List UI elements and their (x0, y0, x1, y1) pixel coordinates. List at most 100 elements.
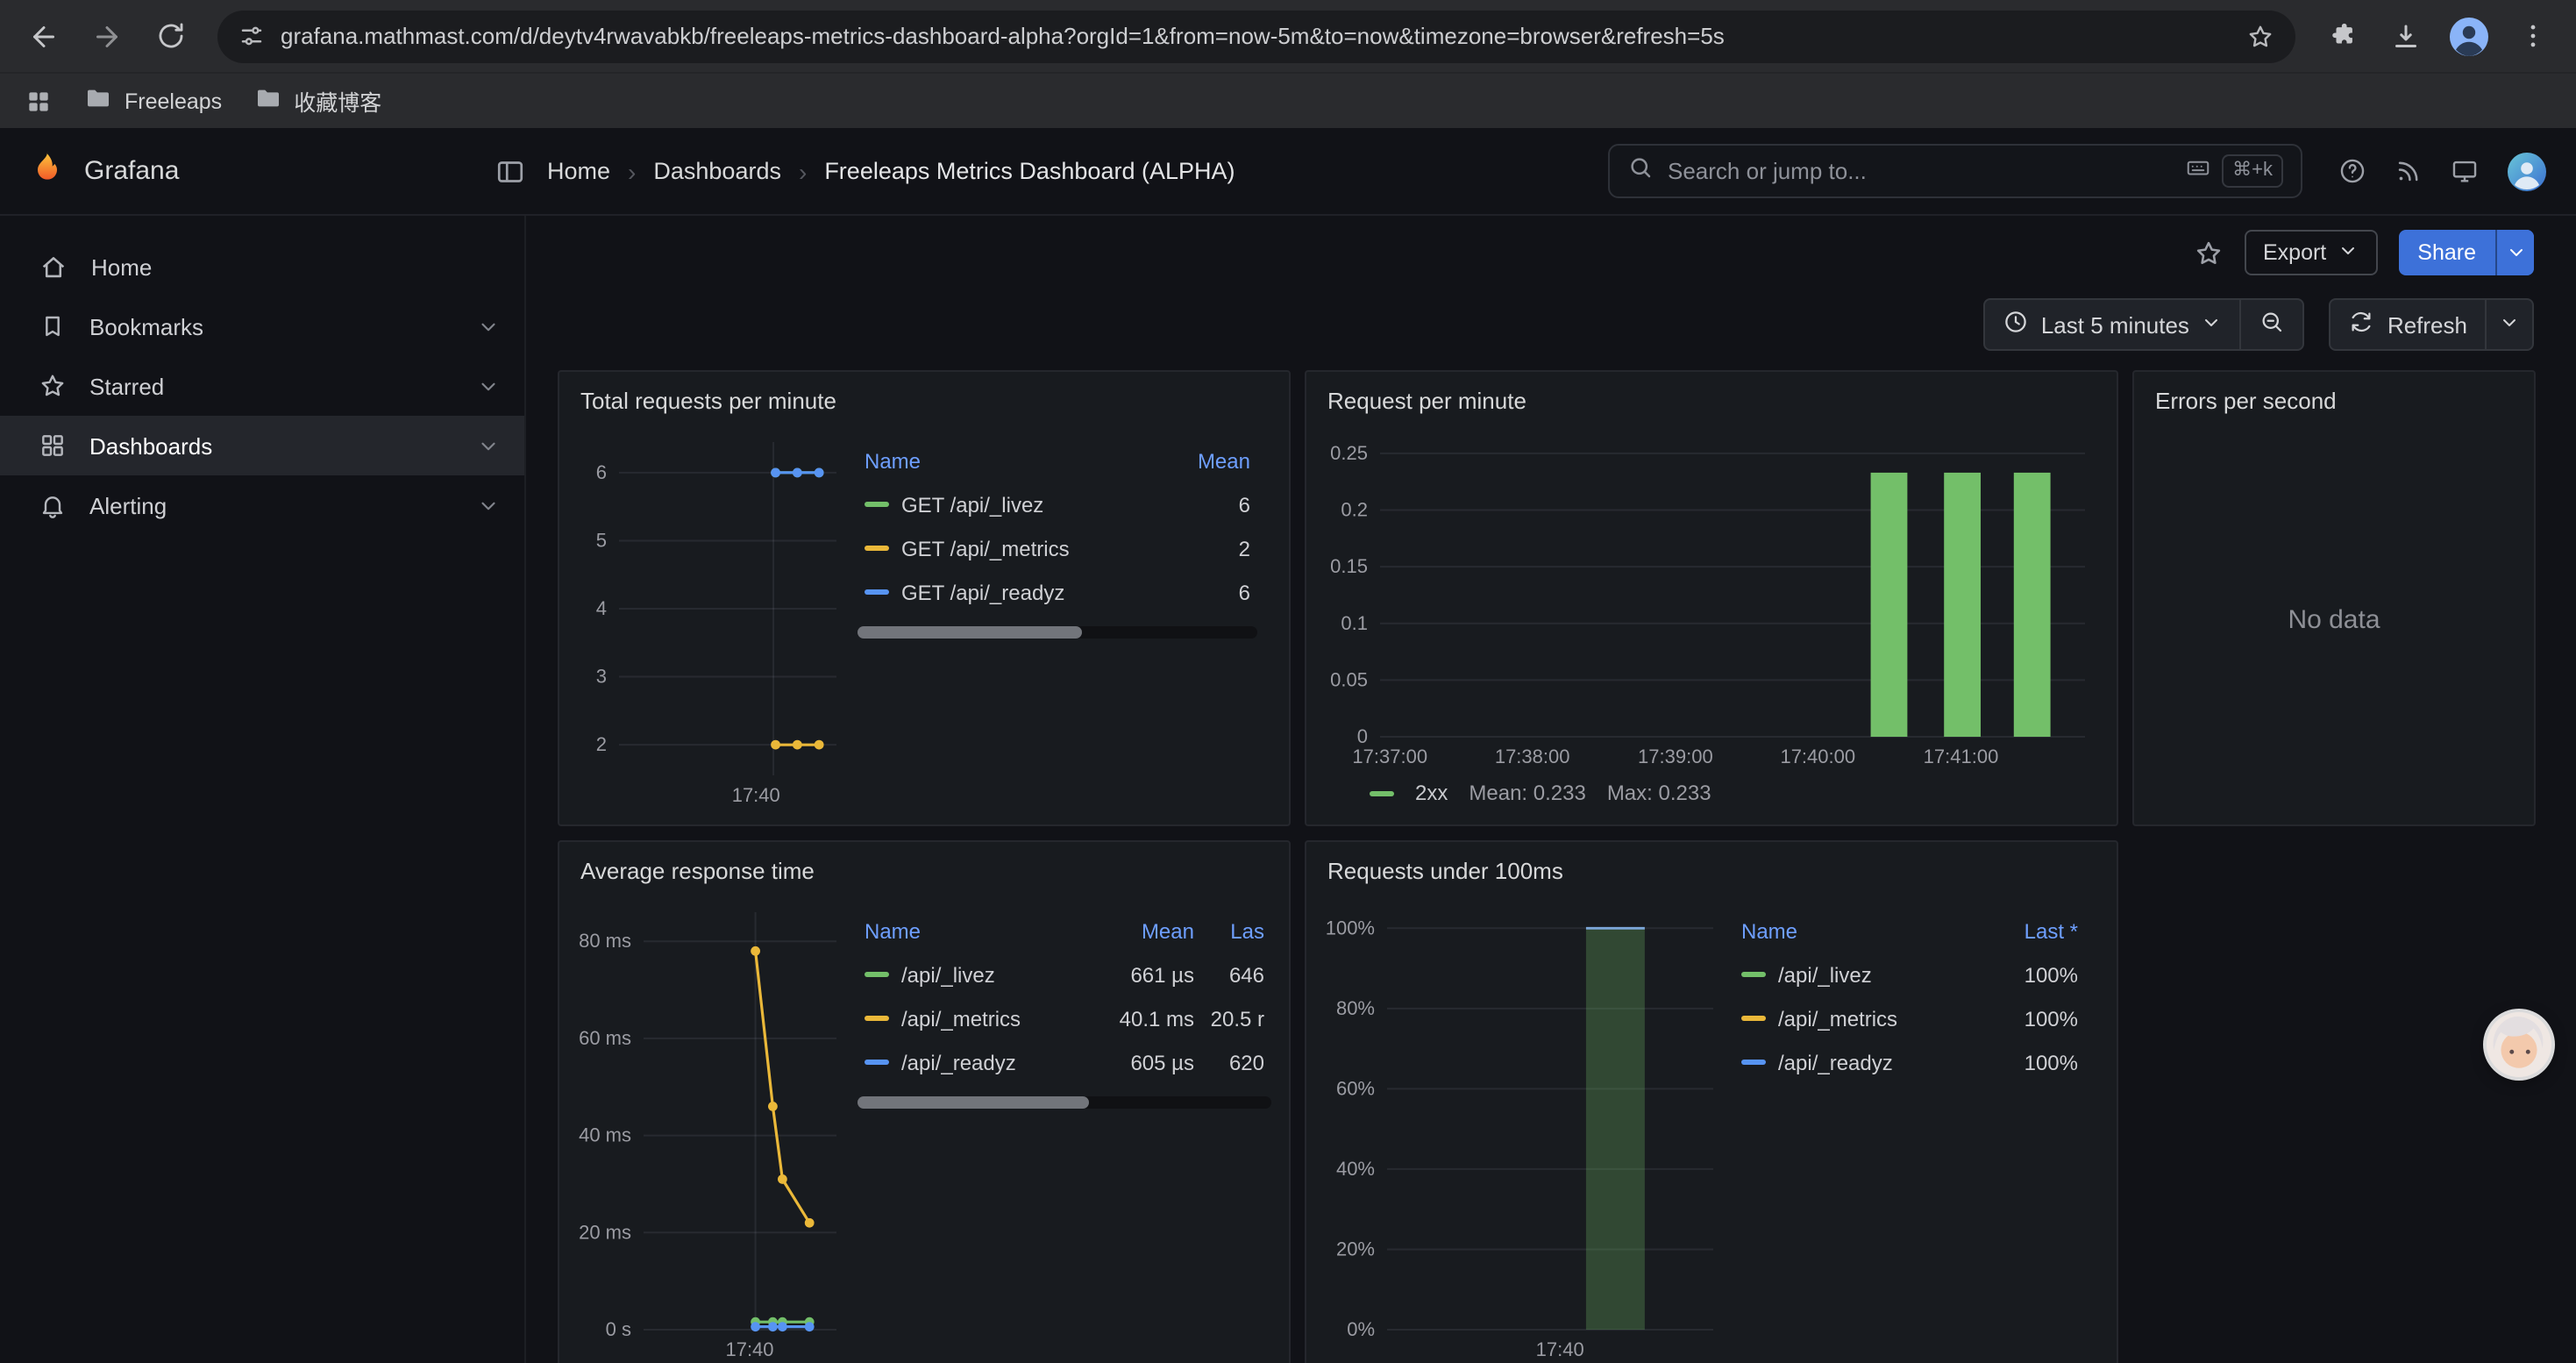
legend-row[interactable]: GET /api/_metrics2 (857, 526, 1257, 570)
legend-row[interactable]: GET /api/_readyz6 (857, 570, 1257, 614)
svg-text:17:40:00: 17:40:00 (1780, 746, 1855, 767)
bookmark-folder-freeleaps[interactable]: Freeleaps (84, 84, 222, 118)
assistant-avatar[interactable] (2487, 1012, 2551, 1077)
grafana-logo[interactable] (28, 147, 67, 195)
legend-row[interactable]: /api/_livez661 µs646 (857, 953, 1271, 996)
chevron-down-icon[interactable] (477, 434, 500, 457)
sidebar-item-dashboards[interactable]: Dashboards (0, 416, 524, 475)
sidebar-item-bookmarks[interactable]: Bookmarks (0, 296, 524, 356)
panel-total-requests[interactable]: Total requests per minute 2345617:40 Nam… (558, 370, 1291, 826)
apps-grid-icon[interactable] (25, 87, 53, 115)
legend-row[interactable]: /api/_readyz100% (1734, 1040, 2085, 1084)
legend-scrollbar[interactable] (857, 626, 1257, 639)
search-icon (1627, 153, 1654, 189)
chart-svg: 00.050.10.150.20.2517:37:0017:38:0017:39… (1324, 428, 2099, 772)
search-shortcut: ⌘+k (2185, 153, 2283, 189)
breadcrumb-dashboards[interactable]: Dashboards (653, 158, 781, 184)
panel-header[interactable]: Requests under 100ms (1306, 842, 2117, 898)
svg-text:60 ms: 60 ms (579, 1027, 631, 1049)
panel-header[interactable]: Total requests per minute (559, 372, 1289, 428)
timeseries-chart[interactable]: 2345617:40 (577, 428, 850, 810)
search-input[interactable]: Search or jump to... ⌘+k (1608, 144, 2302, 198)
timeseries-chart[interactable]: 0 s20 ms40 ms60 ms80 ms17:40 (577, 898, 850, 1363)
news-rss-icon[interactable] (2394, 156, 2423, 186)
time-controls: Last 5 minutes Refresh (526, 289, 2576, 360)
user-avatar[interactable] (2506, 150, 2548, 192)
breadcrumb-current: Freeleaps Metrics Dashboard (ALPHA) (824, 158, 1235, 184)
sidebar-item-starred[interactable]: Starred (0, 356, 524, 416)
share-button[interactable]: Share (2398, 230, 2534, 275)
reload-button[interactable] (140, 6, 200, 66)
legend-header[interactable]: Name (1741, 918, 1983, 943)
legend-header[interactable]: Mean (1173, 448, 1250, 473)
bookmark-star-icon[interactable] (2246, 22, 2274, 50)
svg-text:20%: 20% (1336, 1238, 1375, 1260)
chevron-down-icon[interactable] (477, 494, 500, 517)
svg-text:17:38:00: 17:38:00 (1495, 746, 1570, 767)
refresh-interval-chevron[interactable] (2485, 298, 2534, 351)
bar-chart[interactable]: 0%20%40%60%80%100%17:40 (1324, 898, 1727, 1363)
sidebar-toggle-icon[interactable] (495, 155, 526, 187)
panel-requests-under-100ms[interactable]: Requests under 100ms 0%20%40%60%80%100%1… (1305, 840, 2118, 1363)
time-range-picker[interactable]: Last 5 minutes (1983, 298, 2242, 351)
panel-average-response-time[interactable]: Average response time 0 s20 ms40 ms60 ms… (558, 840, 1291, 1363)
sidebar-item-alerting[interactable]: Alerting (0, 475, 524, 535)
panel-title: Total requests per minute (580, 387, 836, 413)
legend-header[interactable]: Name (865, 918, 1082, 943)
address-bar[interactable]: grafana.mathmast.com/d/deytv4rwavabkb/fr… (217, 10, 2295, 62)
monitor-icon[interactable] (2450, 156, 2480, 186)
legend-header[interactable]: Mean (1092, 918, 1194, 943)
profile-avatar[interactable] (2439, 6, 2499, 66)
legend-header[interactable]: Name (865, 448, 1163, 473)
legend-row[interactable]: /api/_readyz605 µs620 (857, 1040, 1271, 1084)
downloads-icon[interactable] (2376, 6, 2436, 66)
sidebar-item-home[interactable]: Home (0, 237, 524, 296)
legend-table: Name Mean Las/api/_livez661 µs646/api/_met… (850, 898, 1271, 1363)
legend-scrollbar[interactable] (857, 1096, 1271, 1109)
legend-row[interactable]: /api/_metrics100% (1734, 996, 2085, 1040)
series-swatch (865, 1016, 889, 1021)
bookmark-folder-blogs[interactable]: 收藏博客 (253, 84, 381, 118)
svg-text:5: 5 (596, 529, 607, 551)
legend-table: Name Mean GET /api/_livez6GET /api/_metric… (850, 428, 1271, 810)
chevron-down-icon (2337, 239, 2358, 266)
panel-header[interactable]: Request per minute (1306, 372, 2117, 428)
legend-row[interactable]: /api/_metrics40.1 ms20.5 r (857, 996, 1271, 1040)
legend-row[interactable]: /api/_livez100% (1734, 953, 2085, 996)
bell-icon (39, 491, 67, 519)
svg-text:17:39:00: 17:39:00 (1638, 746, 1713, 767)
series-swatch (865, 972, 889, 977)
refresh-button[interactable]: Refresh (2330, 298, 2487, 351)
back-button[interactable] (14, 6, 74, 66)
dashboard-canvas: Total requests per minute 2345617:40 Nam… (526, 360, 2576, 1363)
breadcrumb-home[interactable]: Home (547, 158, 610, 184)
panel-title: Errors per second (2155, 387, 2337, 413)
legend[interactable]: 2xx Mean: 0.233 Max: 0.233 (1324, 772, 2099, 817)
panel-header[interactable]: Errors per second (2134, 372, 2534, 428)
legend-max: Max: 0.233 (1607, 781, 1711, 805)
svg-text:0.05: 0.05 (1330, 668, 1368, 690)
chevron-down-icon[interactable] (477, 375, 500, 397)
legend-header[interactable]: Last * (1994, 918, 2078, 943)
bar-chart[interactable]: 00.050.10.150.20.2517:37:0017:38:0017:39… (1324, 428, 2099, 772)
panel-errors-per-second[interactable]: Errors per second No data (2132, 370, 2536, 826)
svg-text:0.25: 0.25 (1330, 442, 1368, 464)
panel-header[interactable]: Average response time (559, 842, 1289, 898)
share-menu-chevron[interactable] (2495, 230, 2534, 275)
zoom-out-button[interactable] (2240, 298, 2305, 351)
export-button[interactable]: Export (2244, 230, 2377, 275)
menu-kebab-icon[interactable] (2502, 6, 2562, 66)
breadcrumb-separator: › (628, 157, 636, 185)
svg-text:100%: 100% (1326, 917, 1375, 938)
legend-row[interactable]: GET /api/_livez6 (857, 482, 1257, 526)
series-name[interactable]: 2xx (1415, 781, 1448, 805)
panel-request-per-minute[interactable]: Request per minute 00.050.10.150.20.2517… (1305, 370, 2118, 826)
favorite-star-button[interactable] (2193, 238, 2223, 268)
svg-text:20 ms: 20 ms (579, 1221, 631, 1243)
legend-header[interactable]: Las (1205, 918, 1264, 943)
forward-button[interactable] (77, 6, 137, 66)
site-settings-icon[interactable] (238, 23, 265, 49)
chevron-down-icon[interactable] (477, 315, 500, 338)
help-icon[interactable] (2338, 156, 2367, 186)
extensions-icon[interactable] (2313, 6, 2373, 66)
